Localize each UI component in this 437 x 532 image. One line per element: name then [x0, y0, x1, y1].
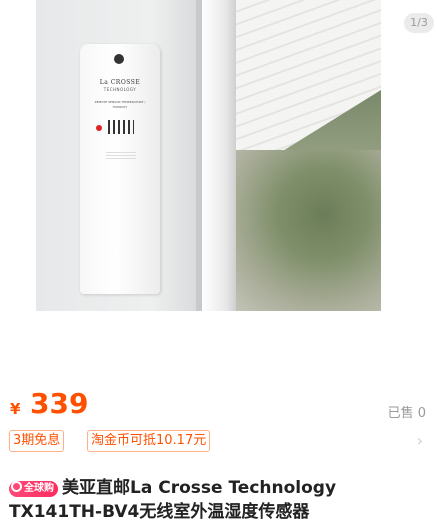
device-vents	[108, 120, 134, 134]
global-buy-badge: 全球购	[9, 481, 58, 497]
photo-foliage	[236, 150, 381, 311]
device-grille	[106, 152, 136, 160]
product-image-gallery[interactable]: La CROSSE TECHNOLOGY REMOTE SENSOR TEMPE…	[0, 0, 437, 352]
coin-discount-tag[interactable]: 淘金币可抵10.17元	[87, 430, 211, 452]
product-photo[interactable]: La CROSSE TECHNOLOGY REMOTE SENSOR TEMPE…	[36, 0, 381, 311]
image-counter: 1/3	[404, 13, 434, 33]
product-title-text: 美亚直邮La Crosse Technology TX141TH-BV4无线室外…	[9, 478, 337, 522]
installment-tag[interactable]: 3期免息	[9, 430, 65, 452]
device-brand-sub-label: TECHNOLOGY	[103, 87, 137, 92]
photo-post	[202, 0, 236, 311]
product-title: 全球购 美亚直邮La Crosse Technology TX141TH-BV4无…	[9, 476, 429, 524]
global-buy-icon	[11, 481, 22, 492]
price-value: 339	[30, 387, 89, 420]
device-brand-label: La CROSSE	[99, 79, 141, 86]
device-mount-hole	[114, 54, 124, 64]
sensor-device: La CROSSE TECHNOLOGY REMOTE SENSOR TEMPE…	[80, 44, 160, 294]
currency-symbol: ¥	[10, 400, 21, 418]
chevron-right-icon[interactable]: ›	[417, 430, 423, 452]
device-led	[96, 125, 102, 131]
global-buy-label: 全球购	[24, 483, 54, 494]
sold-count: 已售 0	[387, 406, 426, 421]
device-sensor-label: REMOTE SENSOR TEMPERATURE / HUMIDITY	[94, 100, 146, 109]
